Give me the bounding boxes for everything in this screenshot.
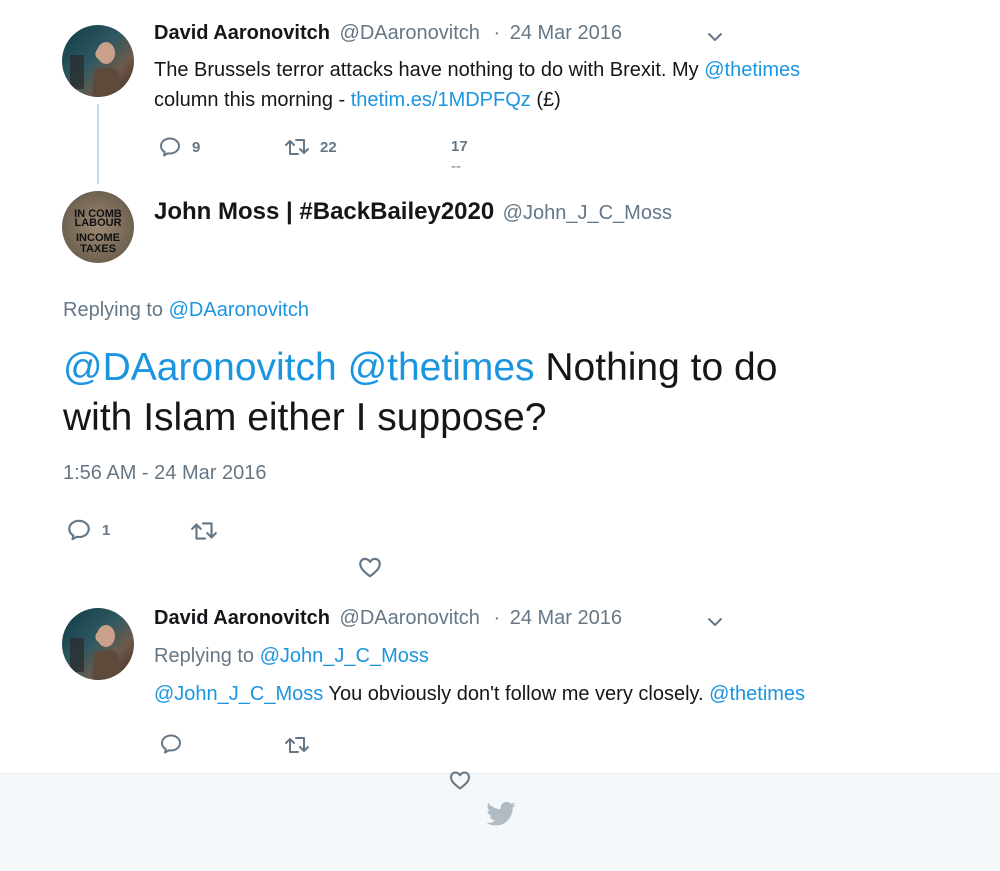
retweet-icon — [285, 737, 309, 753]
tweet3-header: David Aaronovitch @DAaronovitch · 24 Mar… — [154, 607, 622, 630]
tweet3-dot: · — [493, 607, 501, 629]
main-reply-count: 1 — [102, 521, 111, 539]
main-timestamp[interactable]: 1:56 AM - 24 Mar 2016 — [63, 462, 266, 485]
main-retweet-button[interactable] — [190, 518, 218, 544]
tweet1-mention-thetimes[interactable]: @thetimes — [704, 59, 800, 81]
main-like-button[interactable] — [357, 554, 383, 580]
tweet3-replying-to: Replying to @John_J_C_Moss — [154, 645, 429, 668]
main-author-name[interactable]: John Moss | #BackBailey2020 — [154, 198, 494, 225]
tweet1-link[interactable]: thetim.es/1MDPFQz — [351, 89, 531, 111]
avatar-david-aaronovitch-reply[interactable] — [62, 608, 134, 680]
chevron-down-icon[interactable] — [705, 612, 725, 637]
tweet1-text: The Brussels terror attacks have nothing… — [154, 55, 934, 115]
twitter-bird-icon — [485, 801, 517, 834]
tweet1-like-sub: -- — [451, 158, 461, 175]
tweet3-text-body: You obviously don't follow me very close… — [323, 683, 710, 705]
tweet3-replying-handle[interactable]: @John_J_C_Moss — [260, 645, 429, 667]
tweet1-text-part2: column this morning - — [154, 89, 351, 111]
reply-icon — [161, 734, 181, 754]
main-header: John Moss | #BackBailey2020 @John_J_C_Mo… — [154, 198, 672, 226]
tweet1-reply-button[interactable]: 9 — [158, 135, 200, 159]
main-reply-button[interactable]: 1 — [66, 517, 110, 543]
tweet1-dot: · — [493, 22, 501, 44]
tweet1-like-count: 17 — [451, 138, 468, 155]
tweet1-date[interactable]: 24 Mar 2016 — [510, 22, 622, 44]
thread-line — [97, 104, 99, 184]
tweet1-author-handle[interactable]: @DAaronovitch — [340, 22, 480, 44]
tweet3-like-button[interactable] — [448, 768, 472, 792]
tweet1-like-button[interactable]: 17 -- — [451, 138, 468, 176]
main-replying-to: Replying to @DAaronovitch — [63, 299, 309, 322]
main-text-line1: Nothing to do — [534, 346, 778, 389]
tweet1-text-part3: (£) — [530, 89, 561, 111]
main-tweet-text: @DAaronovitch @thetimes Nothing to do wi… — [63, 343, 963, 443]
retweet-icon — [285, 139, 309, 155]
tweet3-reply-button[interactable] — [159, 732, 183, 756]
retweet-icon — [191, 522, 217, 540]
reply-icon — [160, 137, 180, 157]
main-mention-daaronovitch[interactable]: @DAaronovitch — [63, 346, 337, 389]
main-replying-prefix: Replying to — [63, 299, 169, 321]
main-text-line2: with Islam either I suppose? — [63, 396, 547, 439]
tweet3-retweet-button[interactable] — [284, 733, 310, 757]
tweet3-author-handle[interactable]: @DAaronovitch — [340, 607, 480, 629]
avatar-john-moss[interactable]: IN COMB LABOUR INCOME TAXES — [62, 191, 134, 263]
tweet3-replying-prefix: Replying to — [154, 645, 260, 667]
tweet1-text-part1: The Brussels terror attacks have nothing… — [154, 59, 705, 81]
avatar-text-line3: INCOME — [76, 232, 120, 244]
reply-icon — [68, 519, 90, 541]
tweet1-reply-count: 9 — [192, 138, 201, 156]
tweet1-retweet-count: 22 — [320, 138, 337, 156]
heart-icon — [359, 557, 381, 578]
tweet3-mention-johnmoss[interactable]: @John_J_C_Moss — [154, 683, 323, 705]
heart-icon — [450, 771, 470, 790]
tweet3-author-name[interactable]: David Aaronovitch — [154, 607, 330, 629]
chevron-down-icon[interactable] — [705, 27, 725, 52]
tweet3-mention-thetimes[interactable]: @thetimes — [709, 683, 805, 705]
tweet1-header: David Aaronovitch @DAaronovitch · 24 Mar… — [154, 22, 622, 45]
tweet1-retweet-button[interactable]: 22 — [284, 135, 337, 159]
main-author-handle[interactable]: @John_J_C_Moss — [503, 202, 672, 224]
tweet1-author-name[interactable]: David Aaronovitch — [154, 22, 330, 44]
tweet3-text: @John_J_C_Moss You obviously don't follo… — [154, 683, 805, 706]
avatar-text-line4: TAXES — [80, 243, 116, 255]
main-mention-thetimes[interactable]: @thetimes — [348, 346, 535, 389]
avatar-text-line2: LABOUR — [74, 217, 122, 229]
tweet3-date[interactable]: 24 Mar 2016 — [510, 607, 622, 629]
main-replying-handle[interactable]: @DAaronovitch — [169, 299, 309, 321]
avatar-david-aaronovitch[interactable] — [62, 25, 134, 97]
